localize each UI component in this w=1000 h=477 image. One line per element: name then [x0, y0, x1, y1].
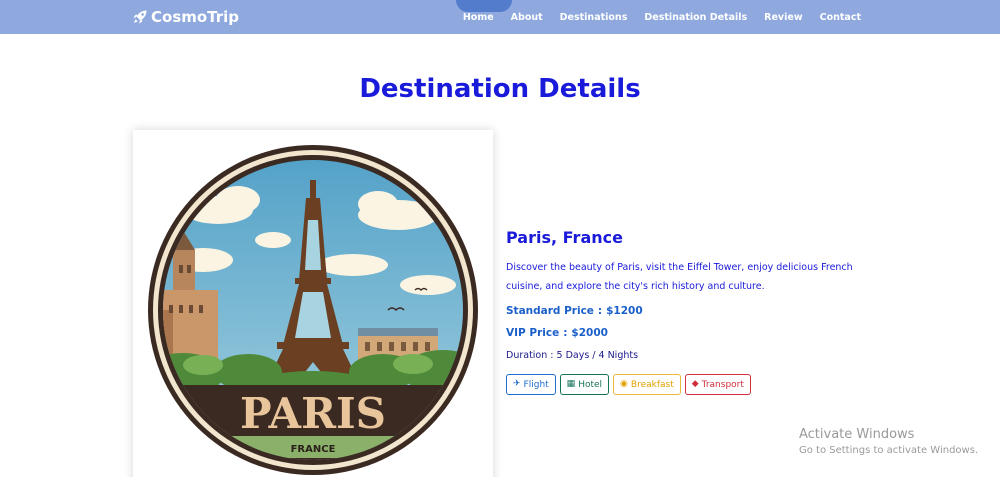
- brand-logo[interactable]: CosmoTrip: [132, 7, 239, 27]
- top-navbar: CosmoTrip Home About Destinations Destin…: [0, 0, 1000, 34]
- nav-link-contact[interactable]: Contact: [820, 12, 861, 23]
- amenities-list: ✈ Flight ▦ Hotel ◉ Breakfast ◆ Transport: [506, 374, 886, 395]
- image-badge-text: PARIS: [240, 389, 386, 438]
- amenity-label: Breakfast: [630, 379, 674, 390]
- hotel-icon: ▦: [566, 379, 576, 389]
- paris-illustration: PARIS FRANCE: [145, 142, 481, 477]
- windows-activation-watermark: Activate Windows Go to Settings to activ…: [799, 426, 978, 458]
- amenity-label: Flight: [523, 379, 549, 390]
- amenity-hotel-badge[interactable]: ▦ Hotel: [559, 374, 610, 395]
- nav-link-about[interactable]: About: [511, 12, 543, 23]
- airplane-icon: ✈: [513, 379, 521, 389]
- brand-name: CosmoTrip: [151, 8, 240, 26]
- standard-price-label: Standard Price: [506, 305, 594, 317]
- watermark-title: Activate Windows: [799, 427, 915, 442]
- standard-price: Standard Price: $1200: [506, 300, 886, 322]
- page-title: Destination Details: [359, 74, 641, 104]
- destination-name: Paris, France: [506, 228, 623, 247]
- amenity-label: Transport: [701, 379, 744, 390]
- nav-link-destination-details[interactable]: Destination Details: [644, 12, 747, 23]
- watermark-subtitle: Go to Settings to activate Windows.: [799, 445, 979, 456]
- nav-menu: Home About Destinations Destination Deta…: [463, 0, 861, 34]
- vip-price-value: $2000: [571, 327, 608, 339]
- destination-image-card: PARIS FRANCE: [133, 130, 493, 477]
- breakfast-icon: ◉: [620, 379, 628, 389]
- image-badge-subtext: FRANCE: [291, 444, 336, 455]
- amenity-breakfast-badge[interactable]: ◉ Breakfast: [613, 374, 681, 395]
- nav-link-review[interactable]: Review: [764, 12, 802, 23]
- vip-price-separator: :: [563, 327, 568, 339]
- standard-price-separator: :: [597, 305, 603, 317]
- vip-price: VIP Price: $2000: [506, 322, 886, 344]
- amenity-label: Hotel: [578, 379, 603, 390]
- car-icon: ◆: [691, 379, 699, 389]
- nav-link-home[interactable]: Home: [463, 12, 494, 23]
- destination-description: Discover the beauty of Paris, visit the …: [506, 262, 853, 292]
- amenity-flight-badge[interactable]: ✈ Flight: [506, 374, 556, 395]
- standard-price-value: $1200: [606, 305, 643, 317]
- vip-price-label: VIP Price: [506, 327, 560, 339]
- amenity-transport-badge[interactable]: ◆ Transport: [684, 374, 751, 395]
- duration: Duration : 5 Days / 4 Nights: [506, 350, 639, 361]
- rocket-icon: [132, 9, 148, 25]
- destination-details: Paris, France Discover the beauty of Par…: [506, 228, 886, 395]
- nav-link-destinations[interactable]: Destinations: [560, 12, 628, 23]
